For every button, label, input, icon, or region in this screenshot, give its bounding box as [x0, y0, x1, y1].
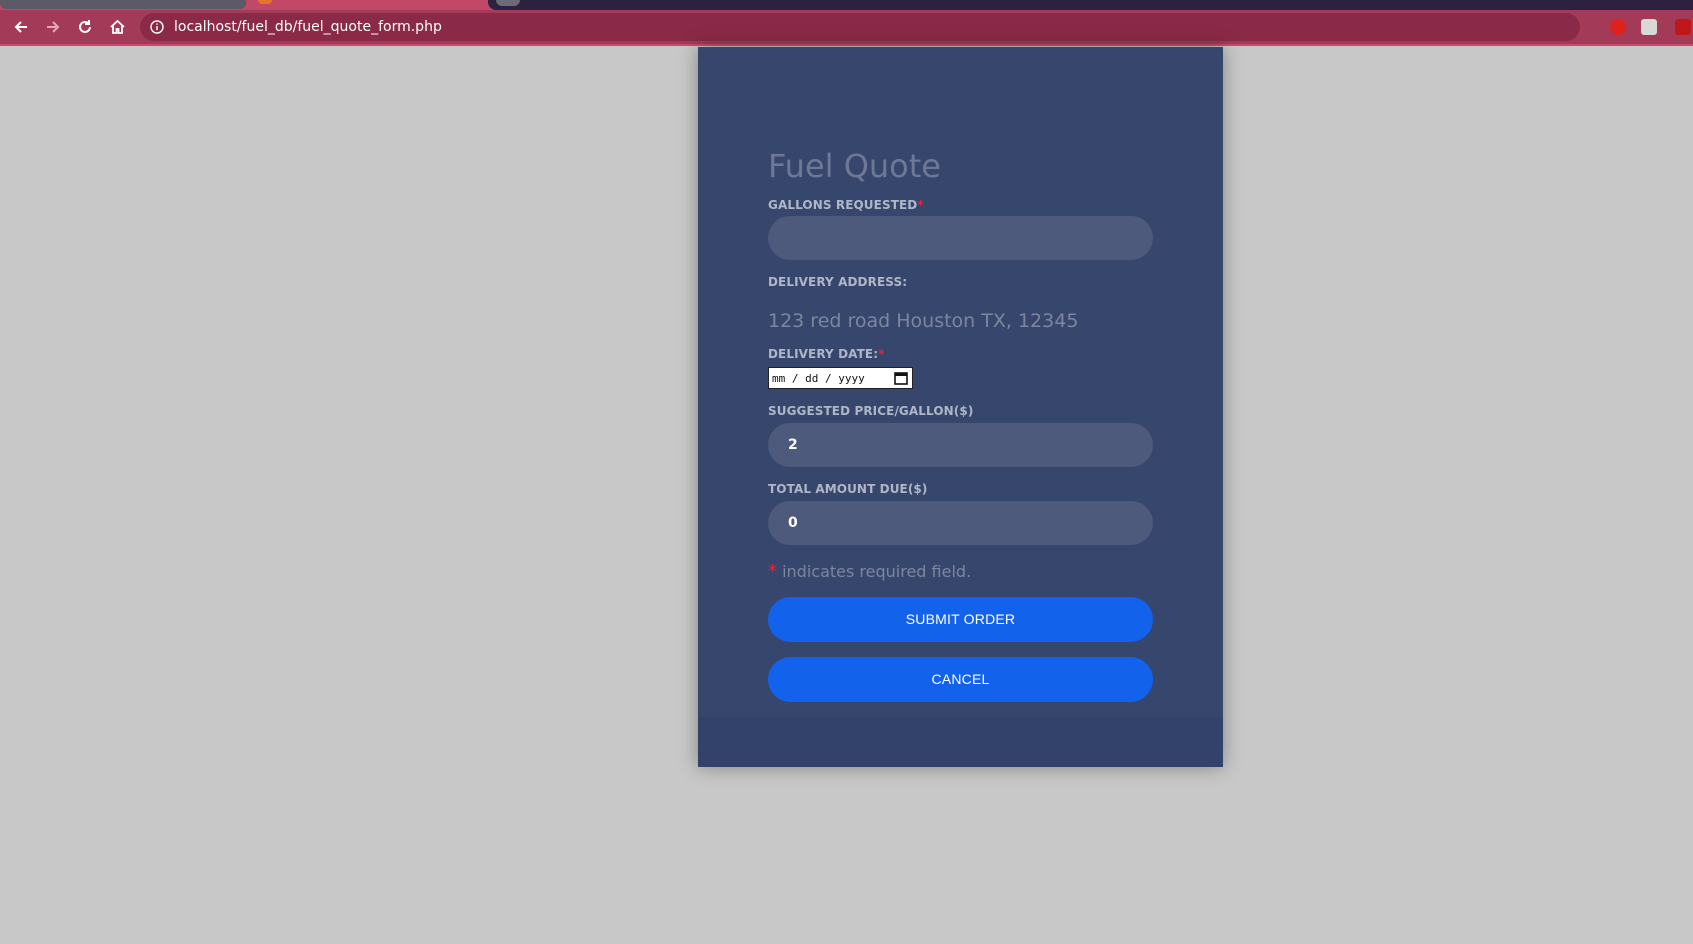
- extension-icon[interactable]: [1610, 19, 1626, 35]
- price-label: SUGGESTED PRICE/GALLON($): [768, 404, 974, 418]
- tab-strip: [0, 0, 1693, 10]
- delivery-address-value: 123 red road Houston TX, 12345: [768, 310, 1079, 332]
- browser-tab-active[interactable]: [488, 0, 1693, 10]
- tab-favicon-icon: [496, 0, 520, 6]
- url-text[interactable]: localhost/fuel_db/fuel_quote_form.php: [174, 19, 442, 35]
- price-input[interactable]: 2: [768, 423, 1153, 467]
- gallons-label: GALLONS REQUESTED*: [768, 198, 924, 212]
- submit-order-button[interactable]: SUBMIT ORDER: [768, 597, 1153, 642]
- total-label: TOTAL AMOUNT DUE($): [768, 482, 928, 496]
- required-note: * indicates required field.: [768, 561, 972, 582]
- reload-icon[interactable]: [72, 10, 98, 44]
- extension-icon[interactable]: [1641, 19, 1657, 35]
- cancel-button[interactable]: CANCEL: [768, 657, 1153, 702]
- home-icon[interactable]: [104, 10, 130, 44]
- total-input[interactable]: 0: [768, 501, 1153, 545]
- browser-toolbar: localhost/fuel_db/fuel_quote_form.php: [0, 10, 1693, 46]
- info-icon[interactable]: [150, 20, 164, 34]
- card-footer: [698, 717, 1223, 767]
- address-bar[interactable]: localhost/fuel_db/fuel_quote_form.php: [140, 13, 1580, 41]
- required-mark: *: [768, 561, 777, 582]
- pdf-extension-icon[interactable]: [1675, 19, 1691, 35]
- back-arrow-icon[interactable]: [8, 10, 34, 44]
- required-mark: *: [917, 198, 924, 212]
- tab-favicon-icon[interactable]: [258, 0, 272, 4]
- delivery-date-input[interactable]: mm / dd / yyyy: [768, 367, 913, 389]
- page-title: Fuel Quote: [768, 147, 941, 185]
- address-label: DELIVERY ADDRESS:: [768, 275, 908, 289]
- calendar-icon[interactable]: [894, 371, 908, 385]
- fuel-quote-form: Fuel Quote GALLONS REQUESTED* DELIVERY A…: [698, 47, 1223, 767]
- delivery-date-label: DELIVERY DATE:*: [768, 347, 885, 361]
- required-mark: *: [878, 347, 885, 361]
- date-placeholder: mm / dd / yyyy: [772, 372, 865, 385]
- gallons-input[interactable]: [768, 216, 1153, 260]
- browser-tab-inactive[interactable]: [0, 0, 246, 9]
- forward-arrow-icon[interactable]: [40, 10, 66, 44]
